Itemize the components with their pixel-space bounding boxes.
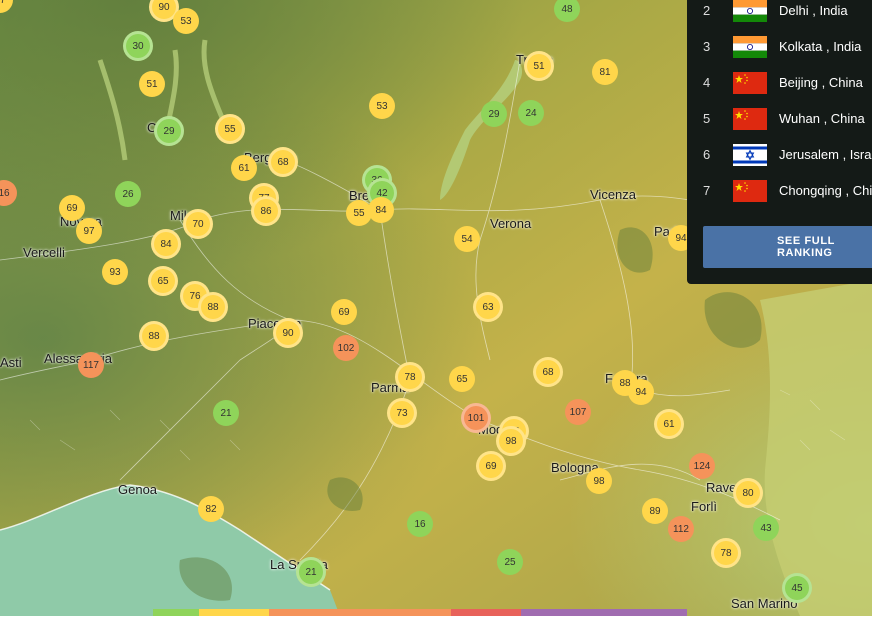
aqi-station-marker[interactable]: 51 — [524, 51, 554, 81]
aqi-station-marker[interactable]: 88 — [198, 292, 228, 322]
rank-city-name: Jerusalem , Israel — [779, 147, 872, 162]
aqi-station-marker[interactable]: 97 — [76, 218, 102, 244]
aqi-station-marker[interactable]: 65 — [148, 266, 178, 296]
india-flag-icon — [733, 0, 767, 22]
aqi-station-marker[interactable]: 26 — [115, 181, 141, 207]
rank-city-name: Delhi , India — [779, 3, 848, 18]
aqi-station-marker[interactable]: 117 — [78, 352, 104, 378]
aqi-station-marker[interactable]: 89 — [642, 498, 668, 524]
aqi-station-marker[interactable]: 101 — [461, 403, 491, 433]
legend-segment — [153, 609, 199, 616]
ranking-row[interactable]: 7 Chongqing , China — [687, 173, 872, 209]
legend-segment — [199, 609, 269, 616]
aqi-station-marker[interactable]: 67 — [0, 0, 13, 13]
ranking-row[interactable]: 5 Wuhan , China — [687, 101, 872, 137]
rank-number: 6 — [703, 147, 711, 162]
aqi-legend-bar — [153, 609, 687, 616]
legend-segment — [521, 609, 687, 616]
china-flag-icon — [733, 72, 767, 94]
aqi-station-marker[interactable]: 51 — [139, 71, 165, 97]
rank-number: 3 — [703, 39, 711, 54]
see-full-ranking-button[interactable]: SEE FULL RANKING — [703, 226, 872, 268]
aqi-station-marker[interactable]: 82 — [198, 496, 224, 522]
rank-number: 4 — [703, 75, 711, 90]
aqi-station-marker[interactable]: 61 — [231, 155, 257, 181]
aqi-station-marker[interactable]: 21 — [213, 400, 239, 426]
aqi-station-marker[interactable]: 68 — [268, 147, 298, 177]
ranking-row[interactable]: 4 Beijing , China — [687, 65, 872, 101]
legend-segment — [379, 609, 451, 616]
aqi-station-marker[interactable]: 43 — [753, 515, 779, 541]
aqi-station-marker[interactable]: 30 — [123, 31, 153, 61]
aqi-station-marker[interactable]: 54 — [454, 226, 480, 252]
aqi-station-marker[interactable]: 88 — [139, 321, 169, 351]
ranking-row[interactable]: 3 Kolkata , India — [687, 29, 872, 65]
china-flag-icon — [733, 108, 767, 130]
aqi-station-marker[interactable]: 93 — [102, 259, 128, 285]
rank-city-name: Chongqing , China — [779, 183, 872, 198]
aqi-station-marker[interactable]: 21 — [296, 557, 326, 587]
aqi-station-marker[interactable]: 16 — [0, 180, 17, 206]
aqi-station-marker[interactable]: 80 — [733, 478, 763, 508]
aqi-station-marker[interactable]: 86 — [251, 196, 281, 226]
aqi-station-marker[interactable]: 112 — [668, 516, 694, 542]
aqi-station-marker[interactable]: 94 — [628, 379, 654, 405]
aqi-station-marker[interactable]: 63 — [473, 292, 503, 322]
aqi-station-marker[interactable]: 69 — [59, 195, 85, 221]
rank-number: 2 — [703, 3, 711, 18]
aqi-station-marker[interactable]: 107 — [565, 399, 591, 425]
rank-number: 7 — [703, 183, 711, 198]
aqi-station-marker[interactable]: 68 — [533, 357, 563, 387]
india-flag-icon — [733, 36, 767, 58]
aqi-station-marker[interactable]: 98 — [586, 468, 612, 494]
aqi-station-marker[interactable]: 81 — [592, 59, 618, 85]
aqi-station-marker[interactable]: 53 — [173, 8, 199, 34]
rank-number: 5 — [703, 111, 711, 126]
aqi-station-marker[interactable]: 98 — [496, 426, 526, 456]
ranking-row[interactable]: 6 Jerusalem , Israel — [687, 137, 872, 173]
rank-city-name: Wuhan , China — [779, 111, 865, 126]
aqi-station-marker[interactable]: 90 — [273, 318, 303, 348]
aqi-station-marker[interactable]: 124 — [689, 453, 715, 479]
legend-segment — [269, 609, 379, 616]
china-flag-icon — [733, 180, 767, 202]
aqi-station-marker[interactable]: 29 — [481, 101, 507, 127]
aqi-station-marker[interactable]: 16 — [407, 511, 433, 537]
rank-city-name: Beijing , China — [779, 75, 863, 90]
aqi-station-marker[interactable]: 78 — [711, 538, 741, 568]
ranking-row[interactable]: 2 Delhi , India — [687, 0, 872, 29]
aqi-station-marker[interactable]: 24 — [518, 100, 544, 126]
aqi-station-marker[interactable]: 69 — [331, 299, 357, 325]
aqi-station-marker[interactable]: 45 — [782, 573, 812, 603]
city-ranking-panel: 2 Delhi , India 3 Kolkata , India 4 Beijing ,… — [687, 0, 872, 284]
aqi-station-marker[interactable]: 84 — [368, 197, 394, 223]
aqi-station-marker[interactable]: 55 — [215, 114, 245, 144]
aqi-station-marker[interactable]: 78 — [395, 362, 425, 392]
aqi-station-marker[interactable]: 29 — [154, 116, 184, 146]
aqi-station-marker[interactable]: 25 — [497, 549, 523, 575]
aqi-station-marker[interactable]: 65 — [449, 366, 475, 392]
aqi-station-marker[interactable]: 69 — [476, 451, 506, 481]
aqi-station-marker[interactable]: 84 — [151, 229, 181, 259]
aqi-station-marker[interactable]: 73 — [387, 398, 417, 428]
aqi-station-marker[interactable]: 102 — [333, 335, 359, 361]
rank-city-name: Kolkata , India — [779, 39, 862, 54]
aqi-station-marker[interactable]: 48 — [554, 0, 580, 22]
israel-flag-icon — [733, 144, 767, 166]
aqi-station-marker[interactable]: 61 — [654, 409, 684, 439]
aqi-station-marker[interactable]: 70 — [183, 209, 213, 239]
aqi-station-marker[interactable]: 53 — [369, 93, 395, 119]
legend-segment — [451, 609, 521, 616]
